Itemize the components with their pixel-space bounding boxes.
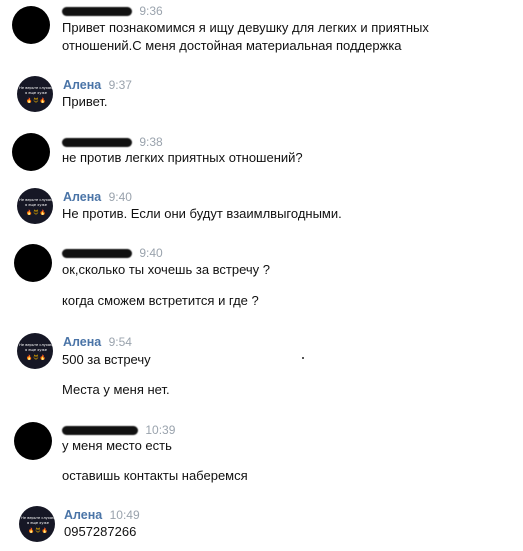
message-time: 10:39 <box>145 423 176 437</box>
message-text: 500 за встречу <box>62 352 151 367</box>
message-time: 9:40 <box>108 190 132 204</box>
message-text: Не против. Если они будут взаимлвыгодным… <box>62 206 342 221</box>
message-text: Привет познакомимся я ищу девушку для ле… <box>62 20 429 35</box>
avatar-emoji: 🔥😈🔥 <box>26 210 47 216</box>
sender-avatar[interactable]: Не верьте слухам я еще хуже 🔥😈🔥 <box>17 76 53 112</box>
sender-avatar[interactable]: Не верьте слухам я еще хуже 🔥😈🔥 <box>17 333 53 369</box>
avatar-emoji: 🔥😈🔥 <box>28 528 49 534</box>
avatar-emoji: 🔥😈🔥 <box>26 355 47 361</box>
message-text: ок,сколько ты хочешь за встречу ? <box>62 262 271 277</box>
message-time: 9:38 <box>139 135 163 149</box>
sender-avatar-redacted[interactable] <box>14 244 52 282</box>
message-text: когда сможем встретится и где ? <box>62 293 259 308</box>
avatar-caption: Не верьте слухам я еще хуже <box>19 198 53 207</box>
message-time: 9:36 <box>139 4 163 18</box>
avatar-caption: Не верьте слухам я еще хуже <box>19 86 53 95</box>
message-text: 0957287266 <box>64 524 137 539</box>
message-time: 9:40 <box>139 246 163 260</box>
message-text: у меня место есть <box>62 438 172 453</box>
sender-avatar-redacted[interactable] <box>12 133 50 171</box>
message-text: не против легких приятных отношений? <box>62 150 303 165</box>
message-text: Места у меня нет. <box>62 382 170 397</box>
sender-avatar-redacted[interactable] <box>12 6 50 44</box>
sender-avatar[interactable]: Не верьте слухам я еще хуже 🔥😈🔥 <box>19 506 55 542</box>
avatar-emoji: 🔥😈🔥 <box>26 98 47 104</box>
sender-avatar[interactable]: Не верьте слухам я еще хуже 🔥😈🔥 <box>17 188 53 224</box>
message-time: 9:54 <box>108 335 132 349</box>
avatar-caption: Не верьте слухам я еще хуже <box>21 516 55 525</box>
sender-name-redacted[interactable] <box>62 426 138 436</box>
sender-name-redacted[interactable] <box>62 7 132 17</box>
message-text: оставишь контакты наберемся <box>62 468 248 483</box>
avatar-caption: Не верьте слухам я еще хуже <box>19 343 53 352</box>
sender-name[interactable]: Алена <box>64 508 102 522</box>
sender-name[interactable]: Алена <box>63 335 101 349</box>
sender-name[interactable]: Алена <box>63 190 101 204</box>
message-time: 9:37 <box>108 78 132 92</box>
sender-avatar-redacted[interactable] <box>14 422 52 460</box>
stray-dot <box>302 357 304 359</box>
message-text: отношений.С меня достойная материальная … <box>62 38 402 53</box>
message-time: 10:49 <box>109 508 140 522</box>
sender-name-redacted[interactable] <box>62 249 132 259</box>
message-text: Привет. <box>62 94 108 109</box>
sender-name[interactable]: Алена <box>63 78 101 92</box>
sender-name-redacted[interactable] <box>62 138 132 148</box>
